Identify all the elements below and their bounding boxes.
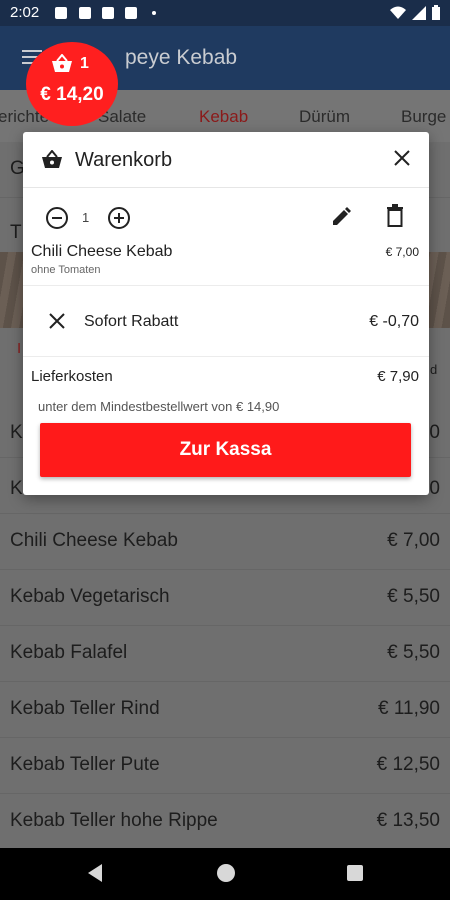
discount-amount: € -0,70 — [369, 313, 419, 330]
checkout-button[interactable]: Zur Kassa — [40, 423, 411, 477]
item-price: € 11,90 — [378, 698, 440, 719]
item-price: € 12,50 — [376, 754, 440, 775]
list-item[interactable]: Kebab Falafel € 5,50 — [0, 626, 450, 682]
cart-item-name: Chili Cheese Kebab — [31, 243, 173, 260]
remove-discount-icon[interactable] — [48, 312, 66, 330]
quantity-row: 1 — [23, 200, 429, 236]
home-icon[interactable] — [217, 864, 235, 882]
signal-icon — [412, 5, 426, 20]
partial-text: d — [430, 362, 438, 377]
partial-text: I — [17, 340, 22, 357]
notification-icon — [102, 7, 114, 19]
list-item[interactable]: Kebab Teller Pute € 12,50 — [0, 738, 450, 794]
system-icons — [390, 5, 440, 20]
tab-kebab[interactable]: Kebab — [199, 107, 248, 127]
system-nav-bar — [0, 848, 450, 900]
divider — [23, 285, 429, 286]
back-icon[interactable] — [88, 864, 102, 882]
discount-label: Sofort Rabatt — [84, 313, 179, 330]
list-item[interactable]: Kebab Teller Rind € 11,90 — [0, 682, 450, 738]
notification-icon — [125, 7, 137, 19]
battery-icon — [432, 5, 440, 20]
increase-quantity-icon[interactable] — [107, 206, 131, 230]
list-item[interactable]: Kebab Teller hohe Rippe € 13,50 — [0, 794, 450, 850]
dialog-header: Warenkorb — [23, 132, 429, 188]
tab-duerum[interactable]: Dürüm — [299, 107, 350, 127]
more-notifications-icon — [152, 11, 156, 15]
discount-row: Sofort Rabatt € -0,70 — [23, 300, 429, 344]
list-item[interactable]: Kebab Vegetarisch € 5,50 — [0, 570, 450, 626]
basket-icon — [52, 54, 72, 72]
close-icon[interactable] — [393, 149, 411, 167]
quantity-value: 1 — [82, 210, 90, 225]
delivery-amount: € 7,90 — [377, 368, 419, 385]
item-price: € 5,50 — [387, 642, 440, 663]
tab-burger[interactable]: Burge — [401, 107, 446, 127]
item-name: Kebab Falafel — [10, 642, 128, 663]
item-name: Kebab Teller Rind — [10, 698, 160, 719]
edit-icon[interactable] — [329, 205, 353, 229]
item-price: € 13,50 — [376, 810, 440, 831]
status-time: 2:02 — [10, 4, 40, 21]
basket-icon — [42, 150, 62, 168]
cart-item-price: € 7,00 — [385, 245, 419, 259]
item-price: € 7,00 — [387, 530, 440, 551]
notification-icon — [79, 7, 91, 19]
dialog-title: Warenkorb — [75, 149, 173, 171]
status-bar: 2:02 — [0, 0, 450, 26]
item-name: Chili Cheese Kebab — [10, 530, 178, 551]
recents-icon[interactable] — [347, 865, 363, 881]
delivery-label: Lieferkosten — [31, 368, 113, 385]
item-name: Kebab Teller Pute — [10, 754, 160, 775]
item-price: € 5,50 — [387, 586, 440, 607]
cart-badge[interactable]: 1 € 14,20 — [26, 42, 118, 126]
cart-dialog: Warenkorb 1 Chili Cheese Kebab € 7,00 oh… — [23, 132, 429, 495]
item-name: Kebab Vegetarisch — [10, 586, 170, 607]
cart-item-note: ohne Tomaten — [31, 264, 101, 276]
cart-total: € 14,20 — [40, 84, 104, 105]
item-name: Kebab Teller hohe Rippe — [10, 810, 218, 831]
cart-count: 1 — [80, 55, 89, 72]
delete-icon[interactable] — [385, 204, 405, 228]
minimum-order-note: unter dem Mindestbestellwert von € 14,90 — [38, 399, 280, 414]
divider — [23, 356, 429, 357]
wifi-icon — [390, 6, 406, 19]
app-title: peye Kebab — [125, 46, 238, 69]
list-item[interactable]: Chili Cheese Kebab € 7,00 — [0, 514, 450, 570]
notification-icon — [55, 7, 67, 19]
decrease-quantity-icon[interactable] — [45, 206, 69, 230]
